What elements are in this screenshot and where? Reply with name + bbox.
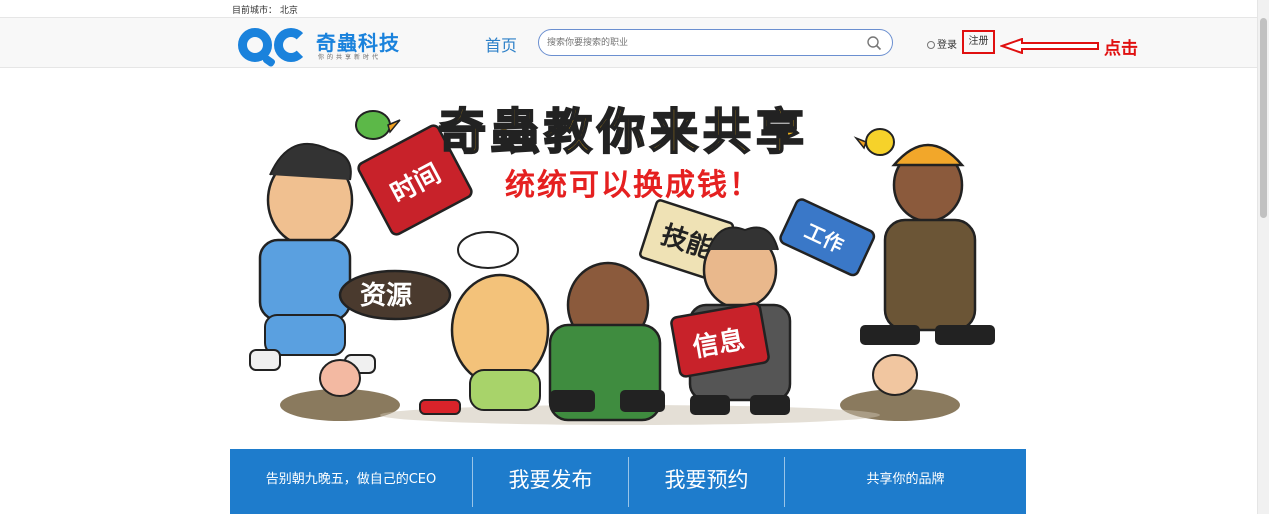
bird-left-icon (355, 110, 401, 140)
character-resource (419, 231, 550, 415)
share-brand-button[interactable]: 共享你的品牌 (785, 449, 1026, 514)
bird-right-icon (853, 128, 895, 156)
search-box (538, 29, 893, 56)
city-label: 目前城市： (232, 6, 278, 16)
character-time (249, 142, 376, 374)
current-city: 目前城市： 北京 (232, 3, 298, 16)
logo-c-mark (274, 28, 308, 62)
search-icon[interactable] (866, 35, 882, 51)
sign-resource-label: 资源 (360, 281, 412, 311)
site-logo[interactable]: 奇蟲科技 你的共享新时代 (238, 26, 408, 62)
book-work: 工作 (779, 198, 876, 277)
page-scrollbar[interactable] (1257, 0, 1269, 514)
user-icon (927, 41, 935, 49)
scrollbar-thumb[interactable] (1260, 18, 1267, 218)
character-work (860, 143, 995, 345)
feature-ceo[interactable]: 告别朝九晚五，做自己的CEO (230, 449, 472, 514)
feature-bar: 告别朝九晚五，做自己的CEO 我要发布 我要预约 共享你的品牌 (230, 449, 1026, 514)
sign-resource: 资源 (338, 269, 452, 321)
character-skill (548, 261, 665, 422)
search-input[interactable] (547, 35, 857, 51)
login-link[interactable]: 登录 (927, 36, 957, 51)
publish-button[interactable]: 我要发布 (473, 449, 628, 514)
logo-tagline: 你的共享新时代 (318, 54, 382, 61)
left-arrow-icon (1000, 38, 1099, 54)
login-label: 登录 (937, 40, 957, 51)
reserve-button[interactable]: 我要预约 (629, 449, 784, 514)
city-name[interactable]: 北京 (280, 6, 298, 16)
nav-home-link[interactable]: 首页 (485, 32, 517, 56)
site-header: 奇蟲科技 你的共享新时代 首页 登录 注册 点击 (0, 17, 1257, 68)
top-info-bar: 目前城市： 北京 (0, 0, 1257, 17)
banner-subtitle: 统统可以换成钱！ (505, 168, 761, 203)
logo-q-mark (238, 28, 272, 62)
click-annotation: 点击 (1104, 39, 1138, 59)
register-button[interactable]: 注册 (962, 30, 995, 54)
banner-title: 奇蟲教你来共享 (437, 103, 810, 161)
